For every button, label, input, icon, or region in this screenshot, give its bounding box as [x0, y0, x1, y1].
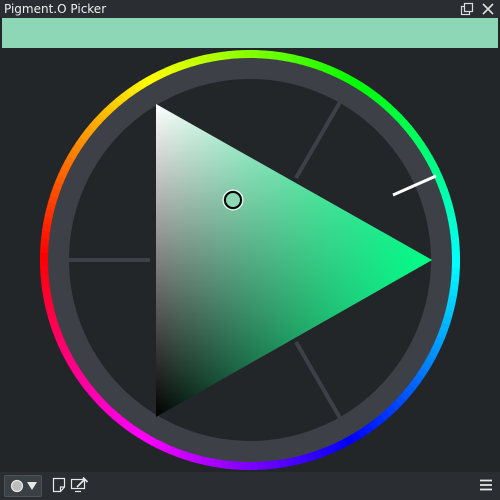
hamburger-menu-icon[interactable]: [478, 477, 494, 493]
color-wheel[interactable]: [0, 48, 500, 472]
current-color-swatch[interactable]: [2, 18, 498, 48]
float-window-button[interactable]: [459, 1, 475, 17]
title-bar[interactable]: Pigment.O Picker: [0, 0, 500, 18]
close-button[interactable]: [480, 1, 496, 17]
close-icon: [482, 3, 494, 15]
note-icon[interactable]: [52, 477, 66, 493]
bottom-toolbar: [0, 472, 500, 500]
mode-dropdown-button[interactable]: [4, 475, 42, 497]
screen-picker-icon[interactable]: [70, 476, 90, 494]
color-triangle[interactable]: [156, 104, 432, 417]
float-window-icon: [460, 2, 474, 16]
circle-mode-icon: [10, 479, 23, 493]
color-wheel-area[interactable]: [0, 48, 500, 472]
triangle-down-icon: [26, 482, 37, 490]
color-cursor[interactable]: [224, 191, 242, 209]
picker-window: Pigment.O Picker: [0, 0, 500, 500]
window-title: Pigment.O Picker: [4, 2, 107, 16]
